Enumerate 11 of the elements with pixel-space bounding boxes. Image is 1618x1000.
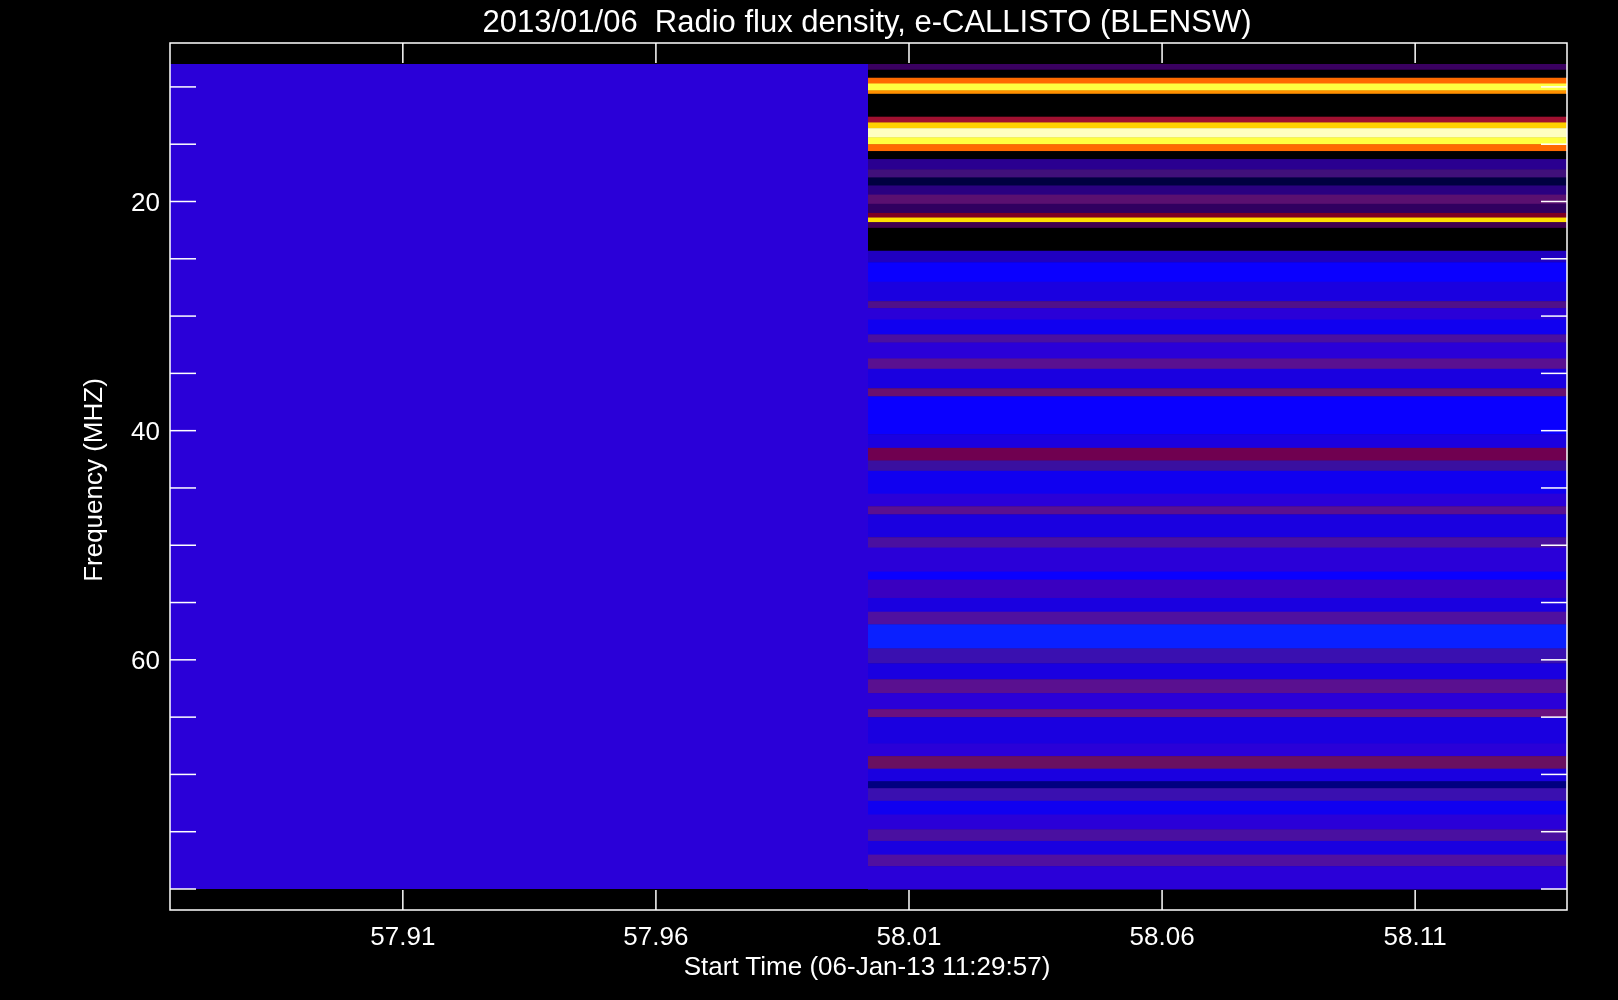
x-tick-label: 58.06 (1129, 921, 1195, 951)
y-axis-label: Frequency (MHZ) (78, 378, 108, 582)
plot-title: 2013/01/06 Radio flux density, e-CALLISTO (BLENSW) (482, 4, 1252, 39)
x-tick-label: 58.11 (1383, 921, 1447, 951)
x-tick-label: 57.91 (370, 921, 436, 951)
y-tick-label: 60 (131, 644, 160, 675)
x-tick-label: 57.96 (623, 921, 689, 951)
x-tick-label: 58.01 (876, 921, 942, 951)
y-tick-label: 40 (131, 415, 160, 446)
x-axis-label: Start Time (06-Jan-13 11:29:57) (683, 951, 1051, 981)
y-tick-label: 20 (131, 186, 160, 217)
